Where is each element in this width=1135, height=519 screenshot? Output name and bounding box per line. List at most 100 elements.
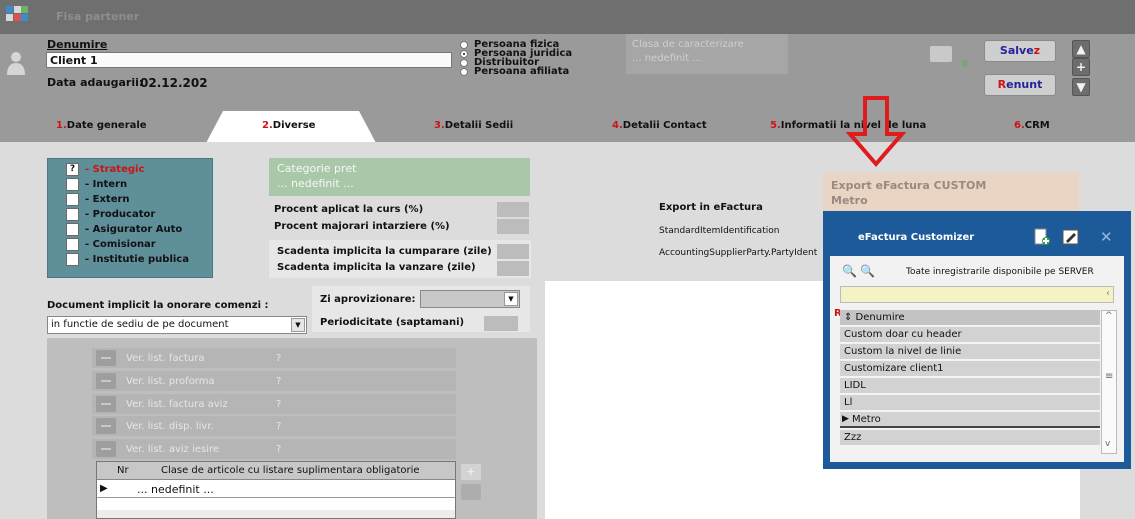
procent-curs-label: Procent aplicat la curs (%) <box>274 204 424 215</box>
clasa-value: ... nedefinit ... <box>632 53 702 64</box>
tab-detalii-contact[interactable]: 4.Detalii Contact <box>612 120 707 131</box>
clasa-label: Clasa de caracterizare <box>632 39 744 50</box>
popup-title-bar: eFactura Customizer ✕ <box>830 218 1124 256</box>
procent-majorari-label: Procent majorari intarziere (%) <box>274 221 450 232</box>
move-down-button[interactable]: ▼ <box>1072 78 1090 96</box>
flag-extern[interactable]: - Extern <box>66 192 212 207</box>
export-efactura-custom-field[interactable]: Export eFactura CUSTOM Metro <box>823 173 1079 211</box>
col-clase-header: Clase de articole cu listare suplimentar… <box>161 465 420 476</box>
export-efactura-label: Export in eFactura <box>659 202 763 213</box>
table-row[interactable]: ▶ ... nedefinit ... <box>97 481 455 498</box>
procent-majorari-input[interactable] <box>497 219 529 234</box>
client-name-field[interactable]: Client 1 <box>46 52 452 68</box>
chevron-left-icon[interactable]: ‹ <box>1106 288 1110 299</box>
popup-search-input[interactable] <box>840 286 1114 303</box>
scadenta-cumparare-input[interactable] <box>497 244 529 259</box>
checkbox-icon <box>66 223 79 236</box>
move-up-button[interactable]: ▲ <box>1072 40 1090 58</box>
edit-icon[interactable] <box>1062 228 1080 246</box>
tab-detalii-sedii[interactable]: 3.Detalii Sedii <box>434 120 513 131</box>
checkbox-icon: ? <box>66 163 79 176</box>
col-nr-header: Nr <box>117 465 129 476</box>
document-implicit-label: Document implicit la onorare comenzi : <box>47 300 269 311</box>
checkbox-icon <box>66 193 79 206</box>
tab-date-generale[interactable]: 1.Date generale <box>56 120 147 131</box>
new-document-icon[interactable] <box>1033 228 1051 246</box>
radio-icon <box>460 40 468 49</box>
checkbox-icon <box>66 253 79 266</box>
data-adaugarii-label: Data adaugarii: <box>47 76 144 89</box>
add-button[interactable]: + <box>1072 58 1090 76</box>
partner-type-radio-group: Persoana fizica Persoana juridica Distri… <box>460 40 572 77</box>
popup-title: eFactura Customizer <box>858 232 975 243</box>
document-implicit-select[interactable]: in functie de sediu de pe document ▼ <box>47 316 307 334</box>
export-custom-label: Export eFactura CUSTOM <box>831 179 987 192</box>
list-item[interactable]: Custom doar cu header <box>840 327 1100 343</box>
ver-list-row[interactable]: Ver. list. factura aviz? <box>92 394 456 414</box>
clasa-caracterizare-field[interactable]: Clasa de caracterizare ... nedefinit ... <box>626 34 788 74</box>
minus-icon[interactable] <box>96 350 116 366</box>
zi-aprovizionare-select[interactable]: ▼ <box>420 290 520 308</box>
flag-intern[interactable]: - Intern <box>66 177 212 192</box>
search-advanced-icon[interactable]: 🔍 <box>860 264 875 278</box>
folder-count: 0 <box>962 60 968 70</box>
scadenta-cumparare-label: Scadenta implicita la cumparare (zile) <box>277 246 492 257</box>
categorie-pret-label: Categorie pret <box>277 162 357 175</box>
efactura-customizer-popup: eFactura Customizer ✕ 🔍 🔍 Toate inregist… <box>823 211 1131 469</box>
radio-icon <box>460 58 468 67</box>
checkbox-icon <box>66 178 79 191</box>
periodicitate-input[interactable] <box>484 316 518 331</box>
flag-asigurator-auto[interactable]: - Asigurator Auto <box>66 222 212 237</box>
save-button[interactable]: Salvez <box>984 40 1056 62</box>
popup-body: eFactura Customizer ✕ 🔍 🔍 Toate inregist… <box>830 218 1124 462</box>
flag-institutie-publica[interactable]: - Institutie publica <box>66 252 212 267</box>
list-item[interactable]: Custom la nivel de linie <box>840 344 1100 360</box>
procent-curs-input[interactable] <box>497 202 529 217</box>
chevron-down-icon[interactable]: v <box>1105 439 1110 449</box>
minus-icon[interactable] <box>96 418 116 434</box>
folder-icon[interactable] <box>930 46 952 62</box>
list-item[interactable]: Ll <box>840 395 1100 411</box>
ver-list-row[interactable]: Ver. list. aviz iesire? <box>92 439 456 459</box>
chevron-down-icon: ▼ <box>504 292 518 306</box>
efactura-field-1: StandardItemIdentification <box>659 226 780 236</box>
ver-list-row[interactable]: Ver. list. proforma? <box>92 371 456 391</box>
tab-diverse[interactable]: 2.Diverse <box>262 120 315 131</box>
add-row-button[interactable]: + <box>461 464 481 480</box>
list-item-selected[interactable]: ▶ Metro <box>840 412 1100 428</box>
red-arrow-annotation <box>846 96 906 168</box>
flag-strategic[interactable]: ? - Strategic <box>66 162 212 177</box>
scadenta-vanzare-label: Scadenta implicita la vanzare (zile) <box>277 262 476 273</box>
list-item[interactable]: LIDL <box>840 378 1100 394</box>
vertical-scrollbar[interactable]: ^ ≡ v <box>1101 310 1117 454</box>
list-item[interactable]: Zzz <box>840 430 1100 446</box>
categorie-pret-field[interactable]: Categorie pret ... nedefinit ... <box>269 158 530 196</box>
remove-row-button[interactable] <box>461 484 481 500</box>
scroll-grip-icon: ≡ <box>1105 371 1114 382</box>
table-cell: ... nedefinit ... <box>137 483 214 496</box>
close-icon[interactable]: ✕ <box>1100 228 1113 246</box>
efactura-field-2: AccountingSupplierParty.PartyIdent <box>659 248 818 258</box>
articole-table: Nr Clase de articole cu listare suplimen… <box>96 461 456 519</box>
ver-list-row[interactable]: Ver. list. factura? <box>92 348 456 368</box>
row-pointer-icon: ▶ <box>842 414 849 424</box>
search-icon[interactable]: 🔍 <box>842 264 857 278</box>
tab-crm[interactable]: 6.CRM <box>1014 120 1050 131</box>
cancel-button[interactable]: Renunt <box>984 74 1056 96</box>
radio-persoana-afiliata[interactable]: Persoana afiliata <box>460 67 572 77</box>
periodicitate-label: Periodicitate (saptamani) <box>320 317 465 328</box>
chevron-up-icon[interactable]: ^ <box>1105 311 1113 321</box>
minus-icon[interactable] <box>96 441 116 457</box>
list-item[interactable]: Customizare client1 <box>840 361 1100 377</box>
zi-aprovizionare-label: Zi aprovizionare: <box>320 294 416 305</box>
ver-list-row[interactable]: Ver. list. disp. livr.? <box>92 416 456 436</box>
minus-icon[interactable] <box>96 373 116 389</box>
minus-icon[interactable] <box>96 396 116 412</box>
horizontal-scrollbar[interactable] <box>97 510 455 518</box>
popup-column-header[interactable]: ⇕ Denumire <box>840 310 1100 326</box>
flag-comisionar[interactable]: - Comisionar <box>66 237 212 252</box>
chevron-down-icon: ▼ <box>291 318 305 332</box>
scadenta-vanzare-input[interactable] <box>497 261 529 276</box>
flag-producator[interactable]: - Producator <box>66 207 212 222</box>
export-custom-value: Metro <box>831 194 868 207</box>
